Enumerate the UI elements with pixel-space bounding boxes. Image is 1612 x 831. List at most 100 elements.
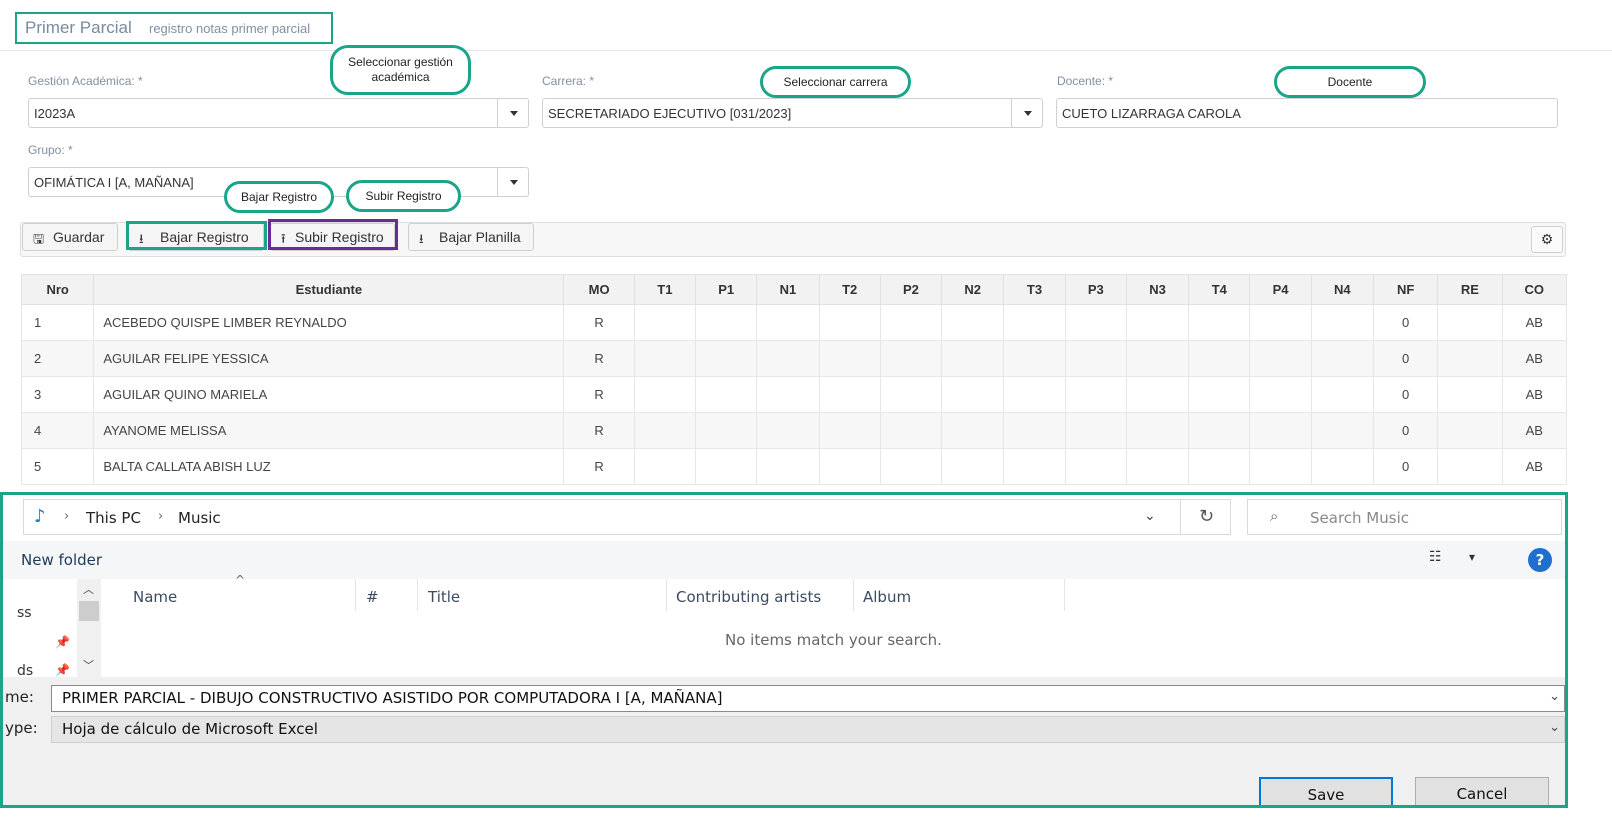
- grade-cell[interactable]: [695, 448, 758, 485]
- grade-cell[interactable]: [633, 304, 697, 341]
- column-header[interactable]: N3: [1125, 274, 1190, 305]
- column-header[interactable]: NF: [1372, 274, 1439, 305]
- grade-cell[interactable]: [941, 376, 1005, 413]
- grade-cell[interactable]: [1437, 448, 1503, 485]
- grade-cell[interactable]: [1249, 304, 1312, 341]
- grade-cell[interactable]: [1003, 412, 1066, 449]
- column-header[interactable]: Estudiante: [93, 274, 565, 305]
- grade-cell[interactable]: [1188, 448, 1251, 485]
- grade-cell[interactable]: [1310, 448, 1375, 485]
- grade-cell[interactable]: [879, 412, 943, 449]
- docente-field[interactable]: CUETO LIZARRAGA CAROLA: [1056, 98, 1558, 128]
- grade-cell[interactable]: [1064, 304, 1127, 341]
- grade-cell[interactable]: [633, 448, 697, 485]
- column-header[interactable]: T4: [1188, 274, 1251, 305]
- address-bar[interactable]: ♪ › This PC › Music ⌄ ↻: [23, 499, 1231, 535]
- column-header[interactable]: MO: [563, 274, 635, 305]
- grade-cell[interactable]: [1064, 448, 1127, 485]
- grade-cell[interactable]: [1125, 304, 1190, 341]
- grade-cell[interactable]: [1437, 304, 1503, 341]
- grade-cell[interactable]: [1249, 448, 1312, 485]
- grade-cell[interactable]: [1310, 412, 1375, 449]
- grade-cell[interactable]: [1125, 448, 1190, 485]
- grade-cell[interactable]: [1310, 376, 1375, 413]
- chevron-down-icon[interactable]: ⌄: [1144, 508, 1156, 524]
- table-row[interactable]: 1 ACEBEDO QUISPE LIMBER REYNALDO R 0 AB: [20, 304, 1568, 341]
- grade-cell[interactable]: [1437, 340, 1503, 377]
- grade-cell[interactable]: [818, 376, 881, 413]
- column-header[interactable]: Nro: [20, 274, 95, 305]
- grade-cell[interactable]: [1003, 340, 1066, 377]
- column-header[interactable]: N1: [756, 274, 820, 305]
- grade-cell[interactable]: [695, 304, 758, 341]
- grade-cell[interactable]: [1310, 340, 1375, 377]
- chevron-up-icon[interactable]: ︿: [83, 581, 94, 597]
- chevron-down-icon[interactable]: [497, 99, 528, 127]
- table-row[interactable]: 3 AGUILAR QUINO MARIELA R 0 AB: [20, 376, 1568, 413]
- column-header[interactable]: P2: [879, 274, 943, 305]
- chevron-down-icon[interactable]: [497, 168, 528, 196]
- bajar-planilla-button[interactable]: ⭳ Bajar Planilla: [408, 223, 534, 251]
- column-header[interactable]: P4: [1249, 274, 1312, 305]
- grade-cell[interactable]: [1249, 376, 1312, 413]
- breadcrumb-this-pc[interactable]: This PC: [86, 509, 141, 527]
- column-header[interactable]: T2: [818, 274, 881, 305]
- grade-cell[interactable]: [941, 412, 1005, 449]
- filetype-select[interactable]: Hoja de cálculo de Microsoft Excel ⌄: [51, 716, 1565, 743]
- view-options-icon[interactable]: ☷: [1429, 549, 1442, 565]
- gear-icon[interactable]: ⚙: [1531, 226, 1563, 253]
- save-button[interactable]: Save: [1259, 777, 1393, 805]
- chevron-down-icon[interactable]: [1011, 99, 1042, 127]
- grade-cell[interactable]: [1125, 412, 1190, 449]
- refresh-icon[interactable]: ↻: [1180, 500, 1232, 534]
- grade-cell[interactable]: [1249, 412, 1312, 449]
- grade-cell[interactable]: [818, 412, 881, 449]
- chevron-down-icon[interactable]: ▾: [1469, 550, 1475, 564]
- column-name[interactable]: Name: [105, 579, 356, 611]
- table-row[interactable]: 4 AYANOME MELISSA R 0 AB: [20, 412, 1568, 449]
- filename-input[interactable]: PRIMER PARCIAL - DIBUJO CONSTRUCTIVO ASI…: [51, 685, 1565, 712]
- nav-item[interactable]: ss: [17, 605, 32, 621]
- grade-cell[interactable]: [695, 376, 758, 413]
- gestion-select[interactable]: I2023A: [28, 98, 529, 128]
- scroll-thumb[interactable]: [79, 601, 99, 621]
- column-header[interactable]: RE: [1437, 274, 1503, 305]
- column-contributing-artists[interactable]: Contributing artists: [667, 579, 854, 611]
- grade-cell[interactable]: [879, 340, 943, 377]
- grade-cell[interactable]: [756, 376, 820, 413]
- new-folder-button[interactable]: New folder: [21, 551, 102, 569]
- table-row[interactable]: 2 AGUILAR FELIPE YESSICA R 0 AB: [20, 340, 1568, 377]
- grade-cell[interactable]: [1003, 376, 1066, 413]
- search-input[interactable]: ⌕ Search Music: [1247, 499, 1562, 535]
- column-header[interactable]: N2: [941, 274, 1005, 305]
- column-title[interactable]: Title: [418, 579, 667, 611]
- grade-cell[interactable]: [1003, 448, 1066, 485]
- grade-cell[interactable]: [879, 376, 943, 413]
- grade-cell[interactable]: [818, 340, 881, 377]
- grade-cell[interactable]: [633, 340, 697, 377]
- help-icon[interactable]: ?: [1528, 548, 1552, 572]
- column-header[interactable]: T3: [1003, 274, 1066, 305]
- grade-cell[interactable]: [1064, 340, 1127, 377]
- table-row[interactable]: 5 BALTA CALLATA ABISH LUZ R 0 AB: [20, 448, 1568, 485]
- column-number[interactable]: #: [356, 579, 418, 611]
- grade-cell[interactable]: [1249, 340, 1312, 377]
- cancel-button[interactable]: Cancel: [1415, 777, 1549, 805]
- carrera-select[interactable]: SECRETARIADO EJECUTIVO [031/2023]: [542, 98, 1043, 128]
- grade-cell[interactable]: [1437, 376, 1503, 413]
- grade-cell[interactable]: [1125, 376, 1190, 413]
- grade-cell[interactable]: [818, 448, 881, 485]
- column-album[interactable]: Album: [854, 579, 1065, 611]
- grade-cell[interactable]: [879, 448, 943, 485]
- column-header[interactable]: P3: [1064, 274, 1127, 305]
- grade-cell[interactable]: [1125, 340, 1190, 377]
- breadcrumb-music[interactable]: Music: [178, 509, 221, 527]
- guardar-button[interactable]: 🖫 Guardar: [22, 223, 118, 251]
- grade-cell[interactable]: [756, 304, 820, 341]
- grade-cell[interactable]: [879, 304, 943, 341]
- grade-cell[interactable]: [1003, 304, 1066, 341]
- grade-cell[interactable]: [633, 412, 697, 449]
- grade-cell[interactable]: [756, 340, 820, 377]
- grade-cell[interactable]: [695, 340, 758, 377]
- grade-cell[interactable]: [1188, 304, 1251, 341]
